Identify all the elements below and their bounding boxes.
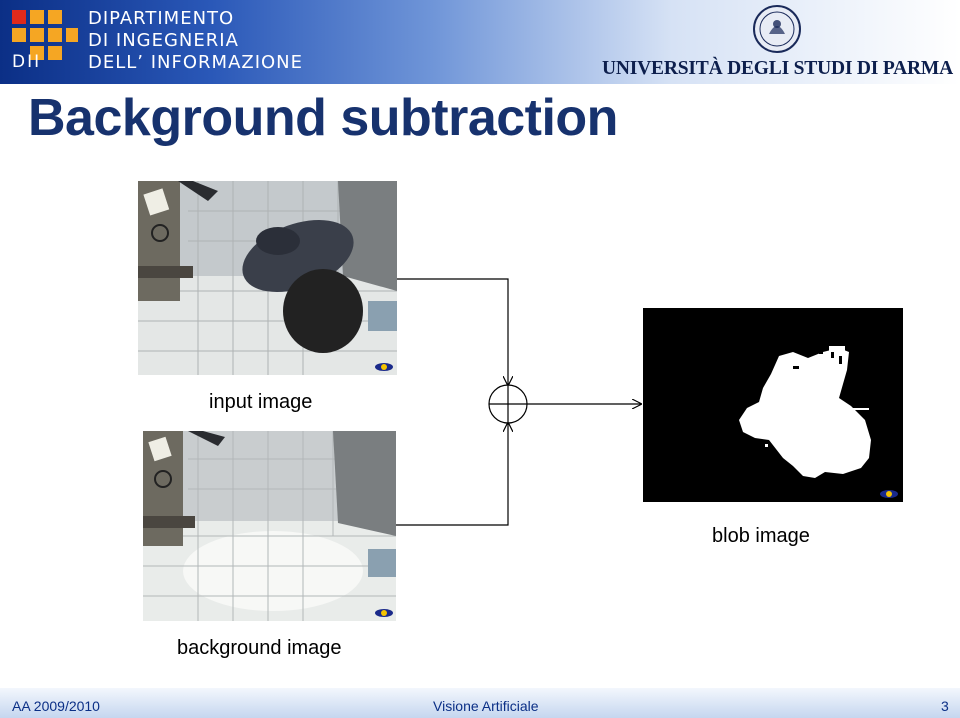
page-number: 3: [941, 698, 949, 714]
department-line-2: DI INGEGNERIA: [88, 30, 239, 51]
department-line-3: DELL’ INFORMAZIONE: [88, 52, 304, 73]
footer-course: Visione Artificiale: [433, 698, 539, 714]
footer-year: AA 2009/2010: [12, 698, 100, 714]
slide-title: Background subtraction: [28, 89, 618, 147]
input-connector-line: [397, 278, 508, 385]
footer-bar: AA 2009/2010 Visione Artificiale 3: [0, 688, 960, 718]
department-name: DIPARTIMENTO DI INGEGNERIA DELL’ INFORMA…: [88, 8, 303, 74]
input-image-caption: input image: [209, 391, 313, 413]
input-image: [138, 181, 397, 375]
university-name: UNIVERSITÀ DEGLI STUDI DI PARMA: [602, 58, 953, 79]
blob-image-caption: blob image: [712, 525, 810, 547]
circle-plus-icon: [488, 384, 528, 424]
background-image: [143, 431, 396, 621]
university-seal-icon: [753, 5, 801, 53]
blob-image: [643, 308, 903, 502]
header-banner: DII DIPARTIMENTO DI INGEGNERIA DELL’ INF…: [0, 0, 960, 84]
dept-abbr: DII: [12, 52, 42, 72]
background-image-caption: background image: [177, 637, 342, 659]
department-line-1: DIPARTIMENTO: [88, 8, 235, 29]
background-connector-line: [396, 423, 508, 526]
